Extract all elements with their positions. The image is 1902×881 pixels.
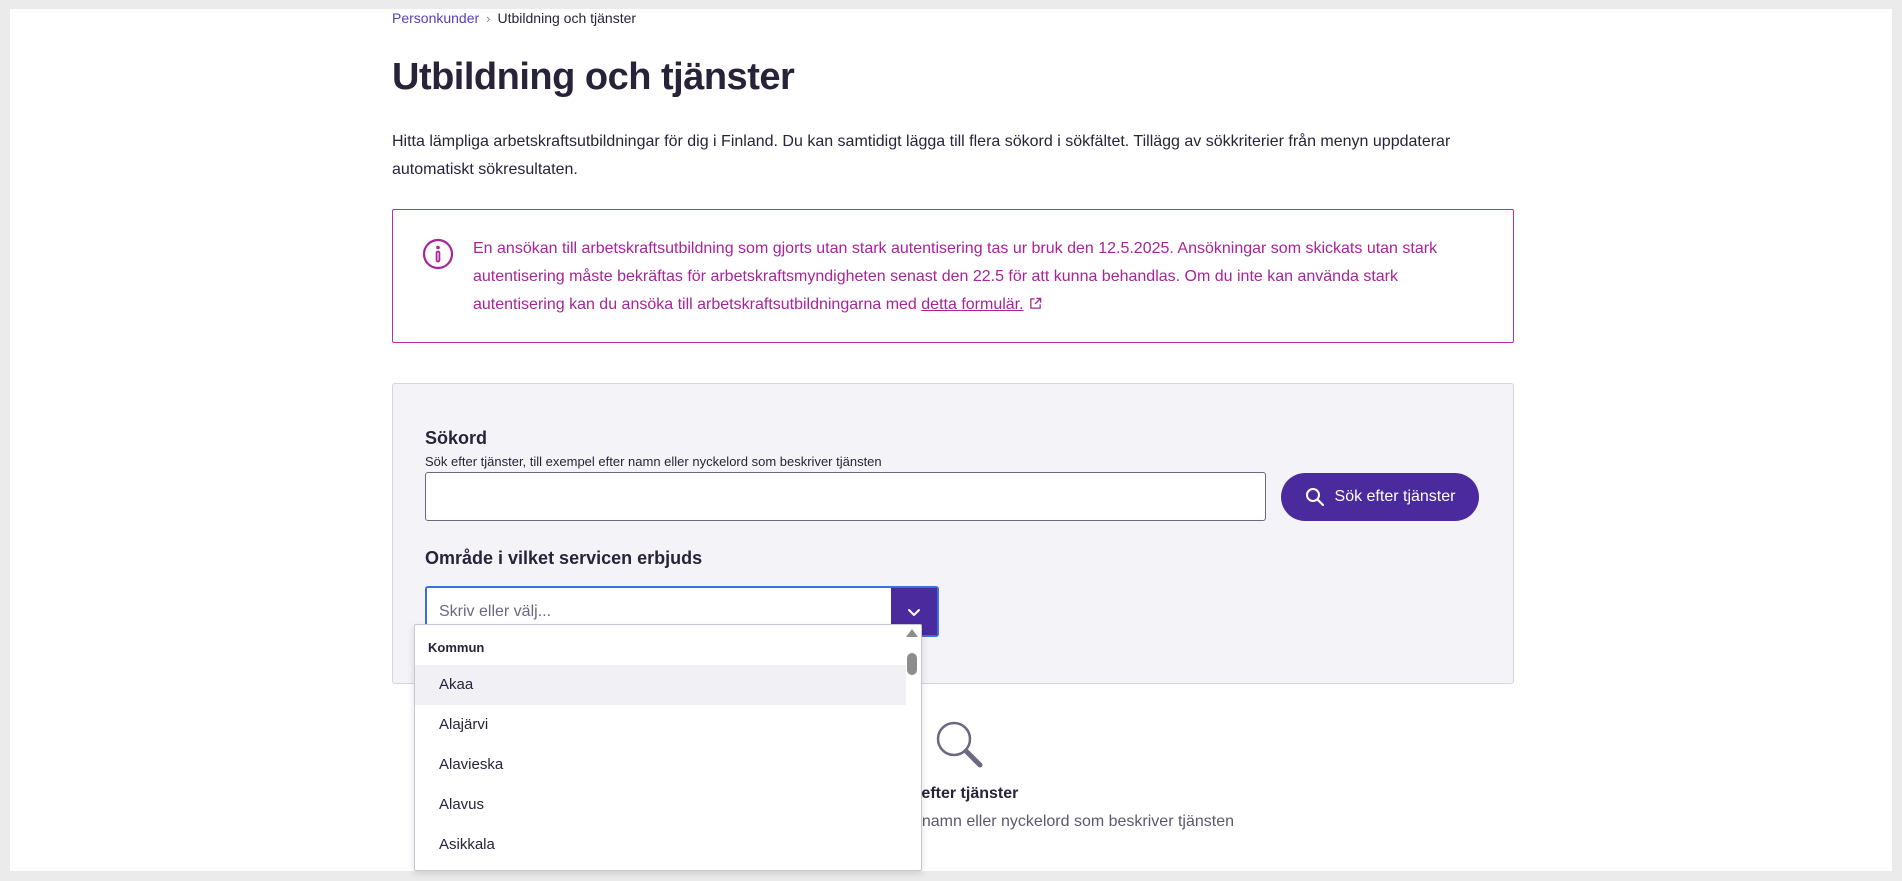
info-notice: En ansökan till arbetskraftsutbildning s… bbox=[392, 209, 1514, 343]
breadcrumb-current: Utbildning och tjänster bbox=[497, 10, 637, 26]
search-button-label: Sök efter tjänster bbox=[1334, 488, 1456, 505]
option-item[interactable]: Alajärvi bbox=[415, 705, 906, 745]
notice-text: En ansökan till arbetskraftsutbildning s… bbox=[473, 235, 1483, 319]
scroll-thumb[interactable] bbox=[907, 653, 917, 675]
keyword-input[interactable] bbox=[425, 472, 1266, 521]
area-label: Område i vilket servicen erbjuds bbox=[425, 548, 703, 568]
form-link[interactable]: detta formulär. bbox=[921, 296, 1023, 313]
scroll-up-arrow-icon[interactable] bbox=[906, 629, 918, 637]
keyword-hint: Sök efter tjänster, till exempel efter n… bbox=[425, 454, 882, 469]
page-intro: Hitta lämpliga arbetskraftsutbildningar … bbox=[392, 133, 1451, 178]
page-title: Utbildning och tjänster bbox=[392, 56, 795, 98]
breadcrumb: Personkunder › Utbildning och tjänster bbox=[392, 10, 636, 26]
option-item[interactable]: Asikkala bbox=[415, 825, 906, 865]
option-item[interactable]: Alavus bbox=[415, 785, 906, 825]
option-list: Akaa Alajärvi Alavieska Alavus Asikkala bbox=[415, 665, 906, 865]
keyword-label: Sökord bbox=[425, 428, 488, 448]
search-icon bbox=[1305, 488, 1324, 507]
chevron-down-icon bbox=[908, 608, 920, 616]
info-circle-icon bbox=[422, 238, 454, 270]
page: Personkunder › Utbildning och tjänster Utb… bbox=[10, 9, 1892, 871]
breadcrumb-link-personkunder[interactable]: Personkunder bbox=[392, 10, 479, 26]
option-item[interactable]: Alavieska bbox=[415, 745, 906, 785]
search-icon bbox=[936, 721, 983, 768]
breadcrumb-separator: › bbox=[486, 11, 491, 26]
option-group-label: Kommun bbox=[428, 640, 485, 655]
external-link-icon bbox=[1029, 297, 1041, 309]
listbox-scrollbar[interactable] bbox=[904, 625, 921, 870]
search-services-button[interactable]: Sök efter tjänster bbox=[1281, 473, 1479, 521]
option-item[interactable]: Akaa bbox=[415, 665, 906, 705]
area-options-listbox[interactable]: Kommun Akaa Alajärvi Alavieska Alavus As… bbox=[414, 624, 922, 871]
